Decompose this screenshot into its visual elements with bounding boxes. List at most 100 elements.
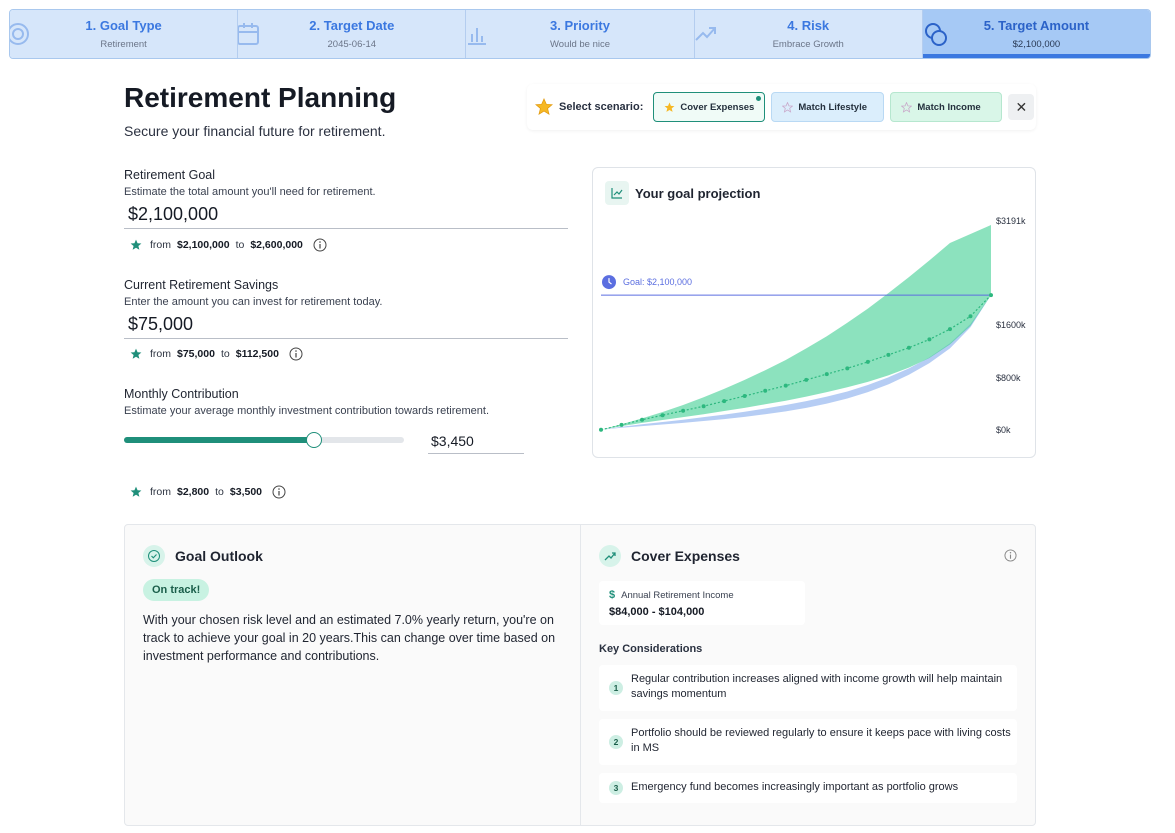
page-subtitle: Secure your financial future for retirem… [124, 123, 386, 139]
cover-expenses-header: Cover Expenses [599, 545, 740, 567]
item-number: 3 [609, 781, 623, 795]
data-point [763, 388, 768, 393]
data-point [619, 422, 624, 427]
goal-outlook-section: Goal Outlook On track! With your chosen … [125, 525, 581, 825]
star-outline-icon [782, 101, 794, 113]
item-text: Regular contribution increases aligned w… [631, 673, 1003, 700]
slider-fill [124, 437, 315, 443]
info-icon[interactable] [1004, 549, 1017, 562]
step-priority[interactable]: 3. Priority Would be nice [466, 10, 695, 58]
range-to-label: to [215, 486, 224, 498]
goal-range: from $2,100,000 to $2,600,000 [130, 238, 327, 252]
range-from-label: from [150, 486, 171, 498]
goal-label: Retirement Goal [124, 168, 216, 182]
outlook-description: With your chosen risk level and an estim… [143, 613, 556, 663]
bar-chart-icon [468, 28, 487, 45]
goal-input[interactable] [124, 201, 568, 229]
key-considerations-title: Key Considerations [599, 643, 703, 655]
savings-help: Enter the amount you can invest for reti… [124, 296, 383, 308]
range-from-label: from [150, 348, 171, 360]
status-badge: On track! [143, 579, 210, 601]
range-to: $112,500 [235, 348, 279, 360]
data-point [824, 372, 829, 377]
coins-icon [924, 23, 947, 46]
goal-outlook-header: Goal Outlook [143, 545, 263, 567]
slider-thumb[interactable] [306, 432, 323, 448]
range-to-label: to [220, 348, 230, 360]
list-item: 3 Emergency fund becomes increasingly im… [599, 773, 1017, 803]
scenario-cover-expenses[interactable]: Cover Expenses [653, 92, 766, 122]
data-point [681, 408, 686, 413]
line-chart-icon [605, 181, 629, 205]
range-to-label: to [235, 239, 245, 251]
data-point [804, 377, 809, 382]
data-point [989, 293, 993, 298]
step-target-date[interactable]: 2. Target Date 2045-06-14 [238, 10, 467, 58]
selected-indicator [756, 96, 762, 101]
info-icon[interactable] [313, 238, 327, 252]
y-tick-label: $800k [996, 373, 1021, 383]
projection-card: Goal: $2,100,000 $0k $800k $1600k $3191k You… [592, 167, 1036, 458]
contribution-help: Estimate your average monthly investment… [124, 405, 489, 417]
step-risk[interactable]: 4. Risk Embrace Growth [694, 10, 923, 58]
data-point [927, 337, 932, 342]
step-subtitle: Retirement [100, 39, 147, 50]
contribution-input[interactable] [428, 428, 524, 454]
data-point [886, 352, 891, 357]
range-from-label: from [150, 239, 171, 251]
info-icon[interactable] [289, 347, 303, 361]
contribution-label: Monthly Contribution [124, 387, 239, 401]
scenario-label: Select scenario: [559, 101, 644, 113]
contribution-range: from $2,800 to $3,500 [130, 485, 286, 499]
close-icon: ✕ [1015, 98, 1028, 115]
star-outline-icon [901, 101, 913, 113]
data-point [947, 327, 952, 332]
data-point [640, 417, 645, 422]
step-title: 3. Priority [550, 18, 610, 33]
data-point [599, 427, 603, 432]
projection-title: Your goal projection [635, 185, 761, 201]
data-point [701, 404, 706, 409]
step-title: 4. Risk [787, 18, 830, 33]
star-icon [664, 102, 675, 112]
star-icon [130, 486, 142, 497]
step-target-amount[interactable]: 5. Target Amount $2,100,000 [922, 10, 1150, 58]
projection-header: Your goal projection [605, 181, 760, 205]
step-title: 2. Target Date [309, 18, 395, 33]
scenario-match-lifestyle[interactable]: Match Lifestyle [771, 92, 885, 122]
target-icon [10, 23, 29, 45]
close-scenario-button[interactable]: ✕ [1008, 94, 1035, 120]
annual-income-value: $84,000 - $104,000 [609, 606, 705, 618]
item-number: 2 [609, 735, 623, 749]
info-icon[interactable] [272, 485, 286, 499]
savings-range: from $75,000 to $112,500 [130, 347, 303, 361]
range-from: $75,000 [177, 348, 215, 360]
outlook-panel: Goal Outlook On track! With your chosen … [124, 524, 1036, 826]
contribution-slider[interactable] [124, 432, 404, 448]
projection-chart: Goal: $2,100,000 $0k $800k $1600k $3191k [599, 216, 1026, 435]
range-from: $2,800 [177, 486, 210, 498]
scenario-match-income[interactable]: Match Income [890, 92, 1003, 122]
range-to: $2,600,000 [250, 239, 303, 251]
trend-arrow-icon [694, 27, 716, 41]
item-text: Emergency fund becomes increasingly impo… [631, 781, 959, 793]
trend-up-icon [599, 545, 621, 567]
chip-label: Match Lifestyle [798, 101, 868, 113]
data-point [783, 383, 788, 388]
step-goal-type[interactable]: 1. Goal Type Retirement [10, 10, 239, 58]
data-point [865, 359, 870, 364]
scenario-selector: Select scenario: Cover Expenses Match Li… [527, 84, 1036, 130]
savings-input[interactable] [124, 311, 568, 339]
item-number: 1 [609, 681, 623, 695]
chip-label: Match Income [917, 101, 981, 113]
annual-income-label: $ Annual Retirement Income [609, 589, 734, 601]
progress-stepper: 1. Goal Type Retirement 2. Target Date 2… [9, 9, 1151, 59]
data-point [906, 345, 911, 350]
savings-label: Current Retirement Savings [124, 278, 279, 292]
page-title: Retirement Planning [124, 82, 397, 113]
range-to: $3,500 [229, 486, 263, 498]
step-title: 1. Goal Type [85, 18, 162, 33]
income-label-text: Annual Retirement Income [621, 589, 734, 601]
goal-label: Goal: $2,100,000 [623, 277, 692, 287]
data-point [742, 393, 747, 398]
